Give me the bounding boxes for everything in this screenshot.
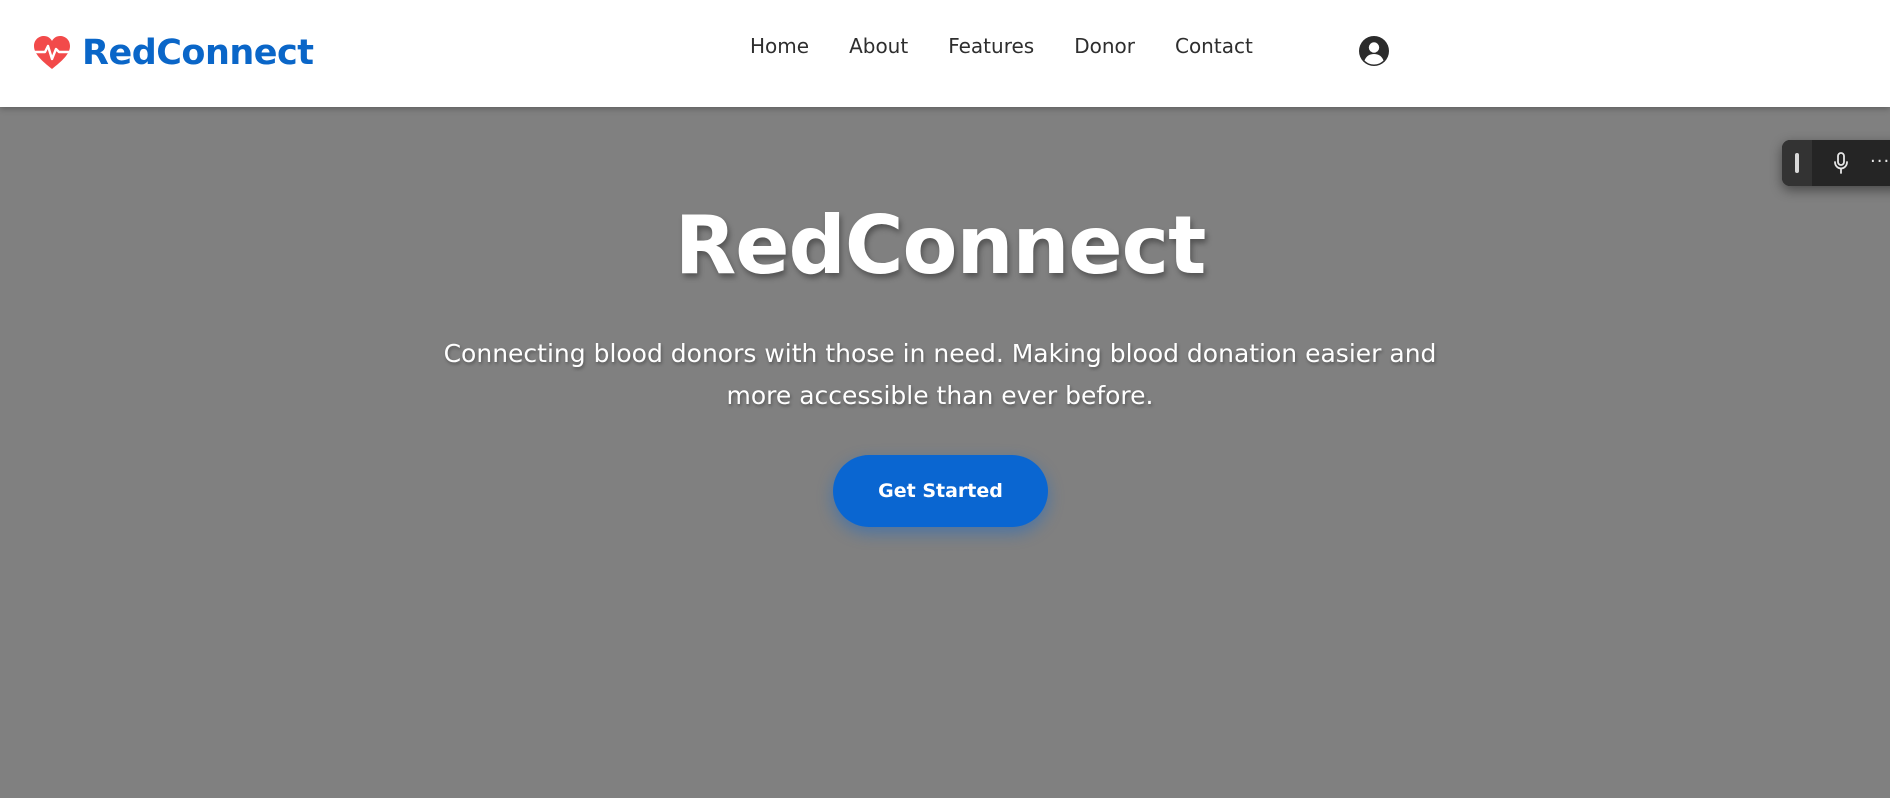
- heart-pulse-icon: [33, 36, 71, 69]
- nav-item-about: About: [849, 30, 908, 62]
- main-nav: Home About Features Donor Contact: [750, 30, 1293, 62]
- nav-link-features[interactable]: Features: [948, 34, 1034, 58]
- nav-link-about[interactable]: About: [849, 34, 908, 58]
- user-circle-icon[interactable]: [1358, 35, 1390, 67]
- hero-subtitle: Connecting blood donors with those in ne…: [443, 339, 1437, 410]
- hero-title: RedConnect: [674, 199, 1207, 292]
- nav-item-features: Features: [948, 30, 1034, 62]
- top-navbar: RedConnect Home About Features Donor Con…: [0, 0, 1890, 107]
- microphone-button[interactable]: [1824, 140, 1858, 186]
- brand-logo-link[interactable]: RedConnect: [32, 31, 314, 75]
- nav-item-donor: Donor: [1074, 30, 1135, 62]
- get-started-button[interactable]: Get Started: [833, 455, 1048, 527]
- more-options-button[interactable]: ···: [1870, 140, 1890, 186]
- toolbar-drag-handle[interactable]: [1782, 140, 1812, 186]
- nav-item-home: Home: [750, 30, 809, 62]
- nav-link-contact[interactable]: Contact: [1175, 34, 1253, 58]
- nav-item-contact: Contact: [1175, 30, 1253, 62]
- nav-link-home[interactable]: Home: [750, 34, 809, 58]
- hero-section: RedConnect Connecting blood donors with …: [0, 107, 1890, 798]
- nav-link-donor[interactable]: Donor: [1074, 34, 1135, 58]
- brand-name: RedConnect: [82, 33, 314, 73]
- floating-voice-toolbar: ···: [1782, 140, 1890, 186]
- microphone-icon: [1834, 152, 1848, 174]
